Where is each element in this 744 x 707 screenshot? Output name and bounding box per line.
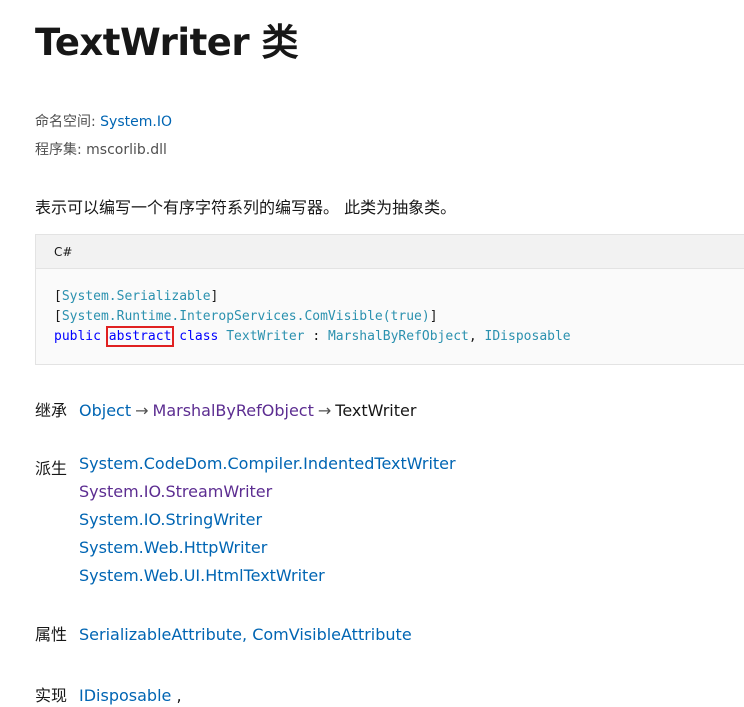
- attributes-row: 属性 SerializableAttribute, ComVisibleAttri…: [35, 621, 412, 645]
- code-content: [System.Serializable] [System.Runtime.In…: [54, 289, 571, 347]
- derived-row: 派生: [35, 455, 79, 479]
- arrow-icon: →: [317, 401, 332, 420]
- code-language-label: C#: [36, 235, 744, 269]
- inheritance-row: 继承 Object → MarshalByRefObject → TextWriter: [35, 397, 416, 421]
- derived-link-httpwriter[interactable]: System.Web.HttpWriter: [79, 538, 267, 557]
- code-interface: IDisposable: [484, 329, 571, 344]
- implements-label: 实现: [35, 686, 68, 705]
- attribute-link-serializable[interactable]: SerializableAttribute: [79, 625, 242, 644]
- namespace-link[interactable]: System.IO: [100, 114, 172, 130]
- code-attr-comvisible: System.Runtime.InteropServices.ComVisibl…: [61, 309, 430, 324]
- code-base-type: MarshalByRefObject: [327, 329, 469, 344]
- implements-link-idisposable[interactable]: IDisposable: [79, 686, 171, 705]
- code-kw-class: class: [179, 329, 219, 344]
- assembly-line: 程序集: mscorlib.dll: [35, 139, 167, 159]
- attribute-link-comvisible[interactable]: ComVisibleAttribute: [252, 625, 411, 644]
- implements-separator: ,: [176, 686, 182, 705]
- namespace-label: 命名空间:: [35, 114, 96, 130]
- inheritance-link-object[interactable]: Object: [79, 401, 131, 420]
- code-attr-serializable: System.Serializable: [61, 289, 211, 304]
- arrow-icon: →: [135, 401, 149, 420]
- assembly-value: mscorlib.dll: [86, 142, 167, 158]
- implements-row: 实现 IDisposable ,: [35, 682, 182, 706]
- inheritance-link-marshalbyrefobject[interactable]: MarshalByRefObject: [153, 401, 314, 420]
- derived-link-stringwriter[interactable]: System.IO.StringWriter: [79, 510, 262, 529]
- derived-link-htmltextwriter[interactable]: System.Web.UI.HtmlTextWriter: [79, 566, 325, 585]
- code-block: C# [System.Serializable] [System.Runtime…: [35, 234, 744, 365]
- assembly-label: 程序集:: [35, 142, 82, 158]
- class-summary: 表示可以编写一个有序字符系列的编写器。 此类为抽象类。: [35, 198, 457, 217]
- code-kw-abstract-highlighted: abstract: [105, 326, 175, 347]
- inheritance-label: 继承: [35, 401, 68, 420]
- derived-list: System.CodeDom.Compiler.IndentedTextWrit…: [79, 450, 456, 590]
- derived-link-streamwriter[interactable]: System.IO.StreamWriter: [79, 482, 272, 501]
- code-colon: :: [312, 329, 321, 344]
- inheritance-current-type: TextWriter: [335, 401, 417, 420]
- page-title: TextWriter 类: [35, 21, 298, 64]
- code-type-name: TextWriter: [226, 329, 305, 344]
- derived-label: 派生: [35, 459, 68, 478]
- namespace-line: 命名空间: System.IO: [35, 111, 172, 131]
- attributes-separator: ,: [242, 625, 248, 644]
- attributes-label: 属性: [35, 625, 68, 644]
- code-comma: ,: [468, 329, 477, 344]
- code-kw-public: public: [54, 329, 101, 344]
- derived-link-indentedtextwriter[interactable]: System.CodeDom.Compiler.IndentedTextWrit…: [79, 454, 456, 473]
